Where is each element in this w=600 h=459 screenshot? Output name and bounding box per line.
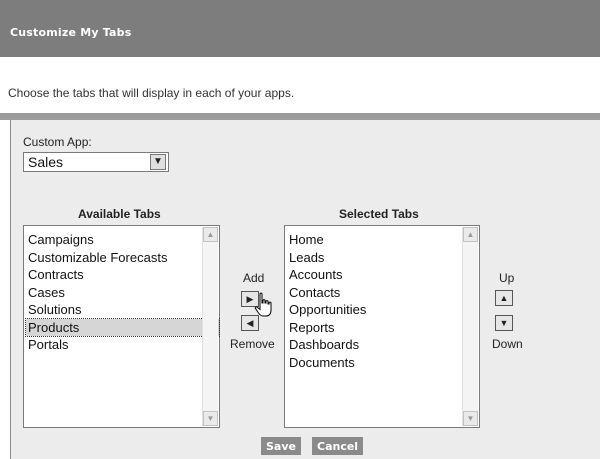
scroll-down-icon[interactable]: ▼ xyxy=(203,411,218,426)
list-item[interactable]: Customizable Forecasts xyxy=(26,249,219,267)
list-item[interactable]: Campaigns xyxy=(26,231,219,249)
dialog-title: Customize My Tabs xyxy=(10,26,132,39)
custom-app-label: Custom App: xyxy=(23,135,92,149)
chevron-down-icon[interactable]: ▼ xyxy=(150,154,166,170)
selected-tabs-list[interactable]: Home Leads Accounts Contacts Opportunities Re… xyxy=(284,225,480,428)
cancel-button[interactable]: Cancel xyxy=(312,437,364,455)
scroll-up-icon[interactable]: ▲ xyxy=(463,227,478,242)
hand-pointer-icon xyxy=(254,292,272,317)
down-label: Down xyxy=(492,337,523,351)
arrow-down-icon: ▼ xyxy=(499,318,509,328)
selected-tabs-title: Selected Tabs xyxy=(339,207,419,221)
available-tabs-list[interactable]: Campaigns Customizable Forecasts Contracts… xyxy=(23,225,220,428)
custom-app-select[interactable]: Sales ▼ xyxy=(23,152,169,172)
custom-app-value: Sales xyxy=(28,154,64,170)
list-item[interactable]: Solutions xyxy=(26,301,219,319)
scroll-down-icon[interactable]: ▼ xyxy=(463,411,478,426)
scroll-up-icon[interactable]: ▲ xyxy=(203,227,218,242)
intro-text: Choose the tabs that will display in eac… xyxy=(8,86,295,100)
list-item[interactable]: Opportunities xyxy=(287,301,479,319)
list-item[interactable]: Portals xyxy=(26,336,219,354)
list-item[interactable]: Leads xyxy=(287,249,479,267)
available-tabs-title: Available Tabs xyxy=(78,207,161,221)
dialog-header: Customize My Tabs xyxy=(0,0,600,57)
list-item[interactable]: Contracts xyxy=(26,266,219,284)
list-item[interactable]: Dashboards xyxy=(287,336,479,354)
list-item[interactable]: Documents xyxy=(287,354,479,372)
list-item[interactable]: Contacts xyxy=(287,284,479,302)
available-scrollbar[interactable]: ▲ ▼ xyxy=(202,227,218,426)
selected-scrollbar[interactable]: ▲ ▼ xyxy=(462,227,478,426)
add-label: Add xyxy=(243,271,265,285)
move-up-button[interactable]: ▲ xyxy=(495,290,513,306)
up-label: Up xyxy=(499,271,515,285)
list-item[interactable]: Cases xyxy=(26,284,219,302)
arrow-up-icon: ▲ xyxy=(499,293,509,303)
list-item[interactable]: Reports xyxy=(287,319,479,337)
save-button[interactable]: Save xyxy=(261,437,301,455)
move-down-button[interactable]: ▼ xyxy=(495,315,513,331)
list-item[interactable]: Home xyxy=(287,231,479,249)
section-divider xyxy=(0,113,600,120)
list-item[interactable]: Accounts xyxy=(287,266,479,284)
arrow-left-icon: ◀ xyxy=(246,318,254,328)
list-item[interactable]: Products xyxy=(25,317,220,337)
remove-label: Remove xyxy=(230,337,275,351)
arrow-right-icon: ▶ xyxy=(246,294,254,304)
